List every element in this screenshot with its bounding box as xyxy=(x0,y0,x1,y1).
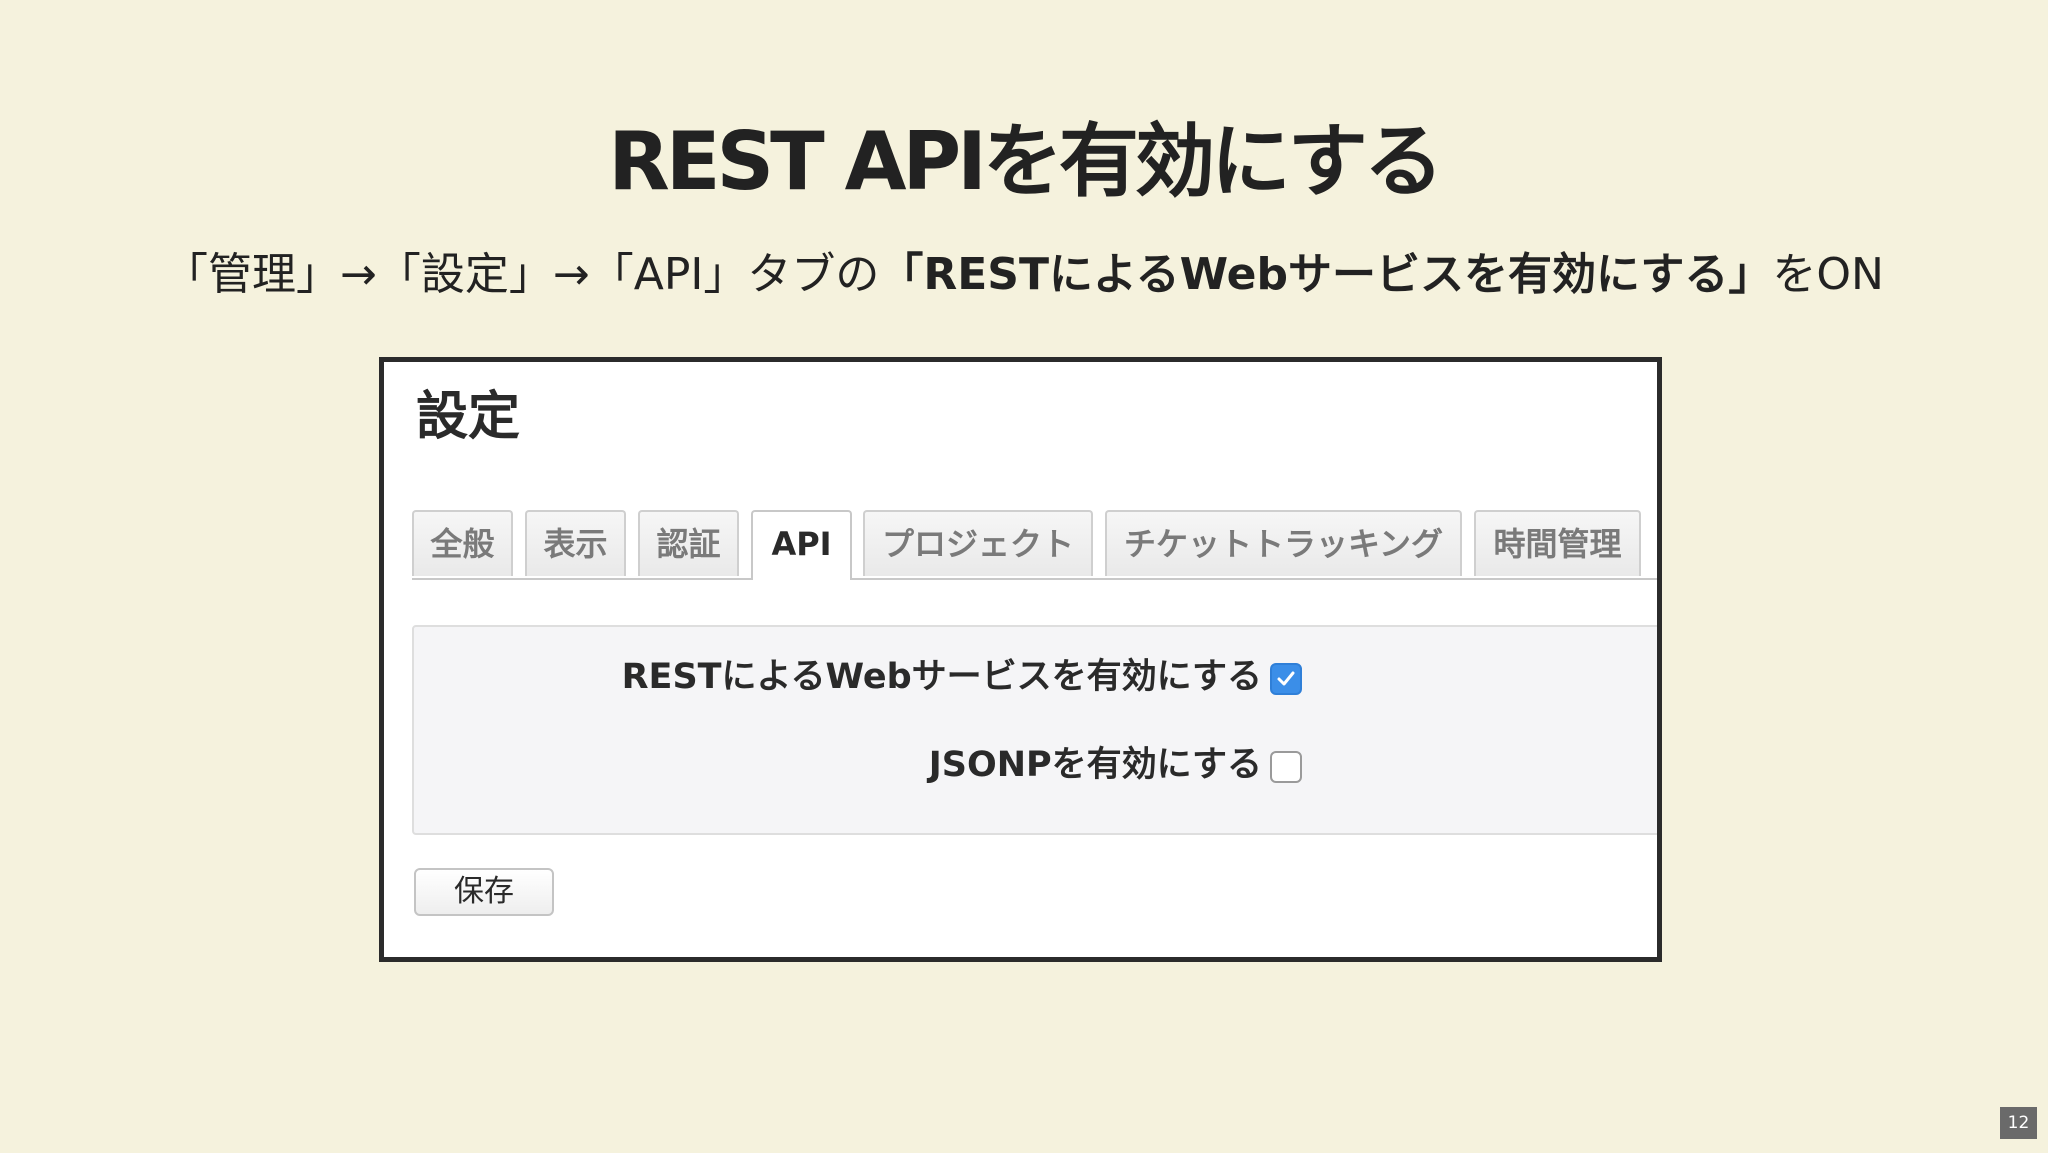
instruction-prefix: 「管理」→「設定」→「API」タブの xyxy=(164,249,880,300)
jsonp-label: JSONPを有効にする xyxy=(928,745,1262,785)
rest-api-checkbox[interactable] xyxy=(1270,663,1302,695)
save-button[interactable]: 保存 xyxy=(414,868,554,916)
instruction-text: 「管理」→「設定」→「API」タブの「RESTによるWebサービスを有効にする」… xyxy=(0,240,2048,310)
instruction-emphasis: 「RESTによるWebサービスを有効にする」 xyxy=(879,249,1773,300)
api-settings-box: RESTによるWebサービスを有効にする JSONPを有効にする xyxy=(412,625,1657,835)
tab-authentication[interactable]: 認証 xyxy=(638,510,739,576)
instruction-suffix: をON xyxy=(1772,249,1884,300)
page-number: 12 xyxy=(2000,1107,2037,1139)
jsonp-checkbox[interactable] xyxy=(1270,751,1302,783)
tab-issue-tracking[interactable]: チケットトラッキング xyxy=(1105,510,1462,576)
tab-api[interactable]: API xyxy=(751,510,852,580)
settings-tab-bar: 全般 表示 認証 API プロジェクト チケットトラッキング 時間管理 xyxy=(412,510,1657,580)
settings-screenshot: 設定 全般 表示 認証 API プロジェクト チケットトラッキング 時間管理 R… xyxy=(379,357,1662,962)
tab-display[interactable]: 表示 xyxy=(525,510,626,576)
checkmark-icon xyxy=(1277,671,1295,686)
slide-title: REST APIを有効にする xyxy=(608,115,1443,208)
settings-page-title: 設定 xyxy=(416,387,521,447)
rest-api-label: RESTによるWebサービスを有効にする xyxy=(621,657,1262,697)
tab-time-tracking[interactable]: 時間管理 xyxy=(1474,510,1641,576)
tab-general[interactable]: 全般 xyxy=(412,510,513,576)
tab-projects[interactable]: プロジェクト xyxy=(863,510,1093,576)
